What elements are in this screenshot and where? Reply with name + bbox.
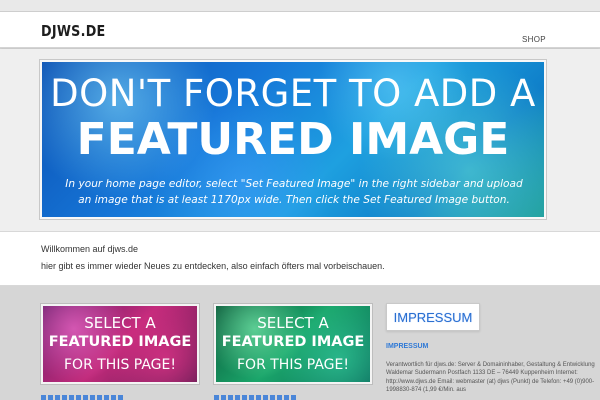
- hero-instructions: In your home page editor, select "Set Fe…: [65, 178, 523, 206]
- impressum-button-label: IMPRESSUM: [393, 310, 473, 325]
- welcome-section: Willkommen auf djws.de hier gibt es imme…: [0, 231, 600, 286]
- hero-headline-top: DON'T FORGET TO ADD A: [50, 72, 536, 115]
- card-title-link-2[interactable]: [214, 395, 298, 400]
- site-logo[interactable]: DJWS.DE: [41, 22, 106, 40]
- welcome-text: hier gibt es immer wieder Neues zu entde…: [41, 261, 385, 271]
- site-header: DJWS.DE SHOP: [0, 12, 600, 48]
- card-line-3: FOR THIS PAGE!: [237, 357, 349, 373]
- featured-image-placeholder: DON'T FORGET TO ADD A FEATURED IMAGE In …: [40, 60, 546, 219]
- welcome-title: Willkommen auf djws.de: [41, 244, 139, 254]
- card-line-1: SELECT A: [84, 314, 156, 332]
- card-line-2: FEATURED IMAGE: [221, 334, 365, 350]
- card-title-link-1[interactable]: [41, 395, 125, 400]
- featured-card-1[interactable]: SELECT A FEATURED IMAGE FOR THIS PAGE!: [41, 304, 199, 384]
- card-line-3: FOR THIS PAGE!: [64, 357, 176, 373]
- impressum-button[interactable]: IMPRESSUM: [386, 303, 480, 331]
- top-strip: [0, 0, 600, 12]
- hero-headline-main: FEATURED IMAGE: [76, 114, 510, 165]
- impressum-text: Verantwortlich für djws.de: Server & Dom…: [386, 362, 595, 393]
- impressum-heading[interactable]: IMPRESSUM: [386, 343, 428, 350]
- nav-item-shop[interactable]: SHOP: [522, 35, 546, 44]
- card-line-1: SELECT A: [257, 314, 329, 332]
- card-line-2: FEATURED IMAGE: [48, 334, 192, 350]
- featured-card-2[interactable]: SELECT A FEATURED IMAGE FOR THIS PAGE!: [214, 304, 372, 384]
